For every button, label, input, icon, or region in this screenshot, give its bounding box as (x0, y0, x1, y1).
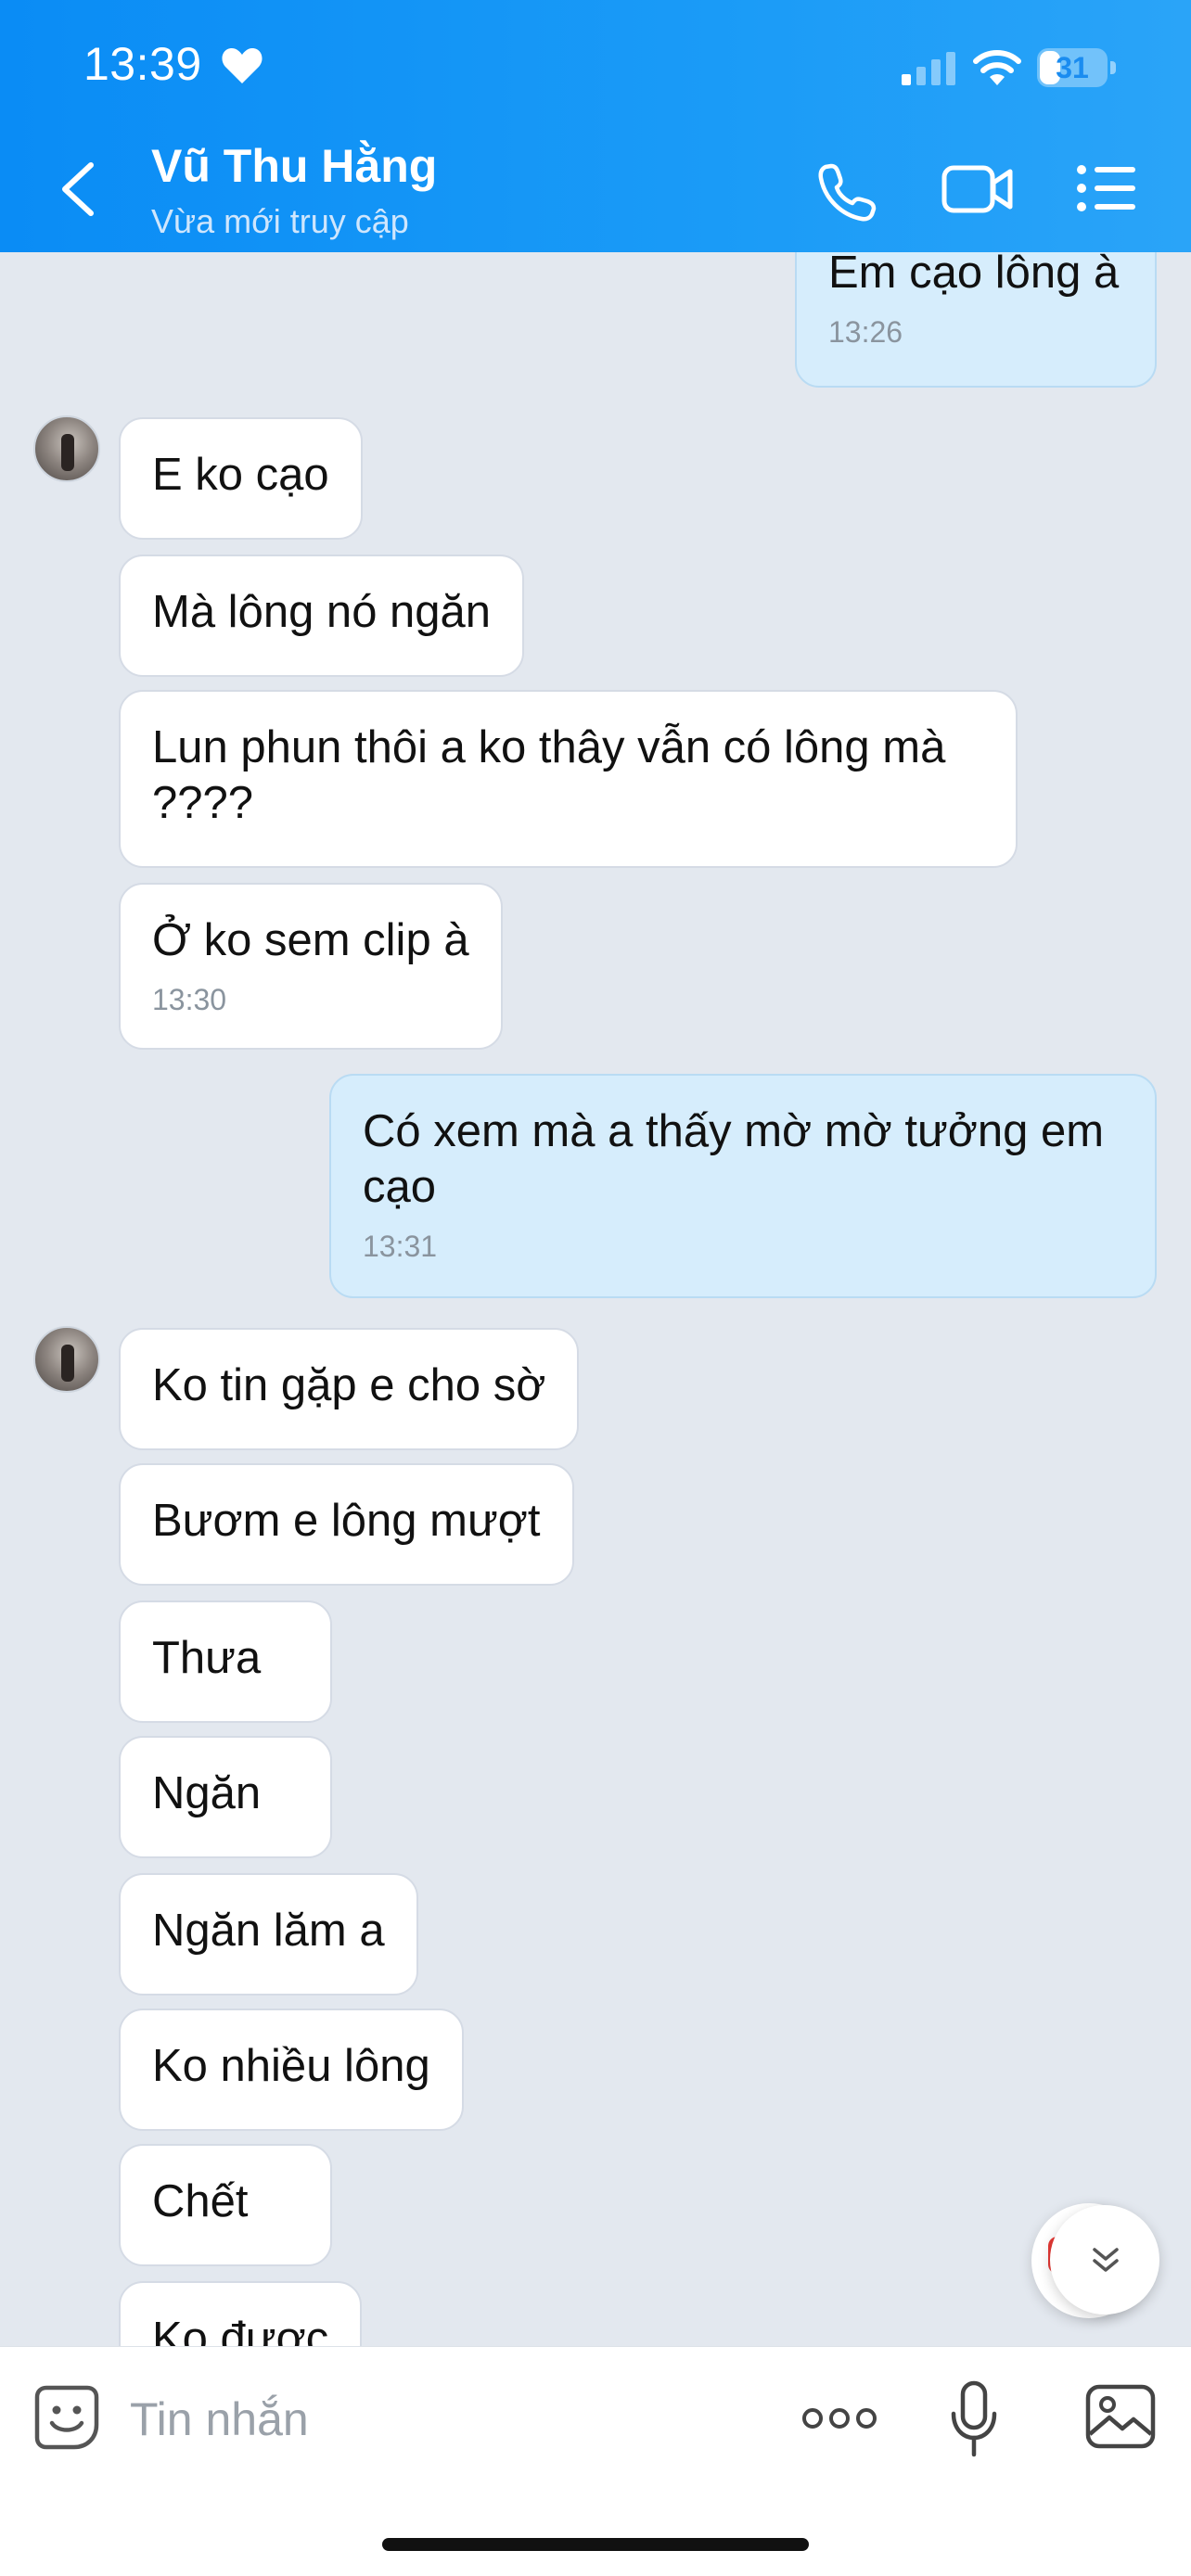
message-bubble-in[interactable]: Ko được (119, 2281, 363, 2346)
contact-status: Vừa mới truy cập (151, 202, 409, 240)
battery-icon: 31 (1037, 48, 1117, 87)
message-text: Em cạo lông à (828, 252, 1120, 298)
message-text: Có xem mà a thấy mờ mờ tưởng em cạo (363, 1106, 1105, 1212)
message-text: Ngăn (152, 1768, 262, 1818)
chevron-left-icon[interactable] (56, 159, 102, 219)
message-text: E ko cạo (152, 450, 329, 500)
message-text: Ko được (152, 2314, 329, 2346)
message-time: 13:31 (363, 1230, 438, 1263)
message-text: Chết (152, 2176, 249, 2226)
message-list[interactable]: Em cạo lông à 13:26 E ko cạo Mà lông nó … (0, 252, 1191, 2346)
message-bubble-out[interactable]: Có xem mà a thấy mờ mờ tưởng em cạo 13:3… (329, 1074, 1157, 1298)
message-text: Lun phun thôi a ko thây vẫn có lông mà ?… (152, 722, 946, 828)
message-input[interactable] (130, 2382, 724, 2456)
phone-icon[interactable] (818, 162, 877, 222)
cellular-signal-icon (902, 52, 955, 85)
message-bubble-in[interactable]: Ở ko sem clip à 13:30 (119, 883, 503, 1050)
message-text: Bươm e lông mượt (152, 1496, 541, 1546)
video-camera-icon[interactable] (941, 162, 1014, 216)
contact-name[interactable]: Vũ Thu Hằng (151, 139, 437, 193)
scroll-to-bottom-button[interactable] (1031, 2203, 1159, 2318)
message-bubble-in[interactable]: Chết (119, 2144, 332, 2266)
status-time: 13:39 (83, 38, 202, 90)
image-gallery-icon[interactable] (1085, 2384, 1156, 2449)
chevron-double-down-icon (1093, 2248, 1119, 2272)
more-dots-icon[interactable] (801, 2399, 877, 2438)
avatar[interactable] (33, 415, 100, 482)
avatar[interactable] (33, 1326, 100, 1393)
message-bubble-in[interactable]: Ko nhiều lông (119, 2009, 464, 2131)
message-bubble-in[interactable]: Bươm e lông mượt (119, 1463, 574, 1586)
message-text: Mà lông nó ngăn (152, 587, 492, 637)
list-menu-icon[interactable] (1076, 162, 1137, 214)
message-time: 13:30 (152, 983, 227, 1016)
message-text: Thưa (152, 1633, 262, 1683)
message-bubble-in[interactable]: Ngăn lăm a (119, 1873, 418, 1996)
message-text: Ngăn lăm a (152, 1906, 385, 1956)
message-time: 13:26 (828, 315, 903, 349)
message-bubble-in[interactable]: Lun phun thôi a ko thây vẫn có lông mà ?… (119, 690, 1018, 868)
emoji-sticker-icon[interactable] (33, 2384, 100, 2451)
message-bubble-in[interactable]: Thưa (119, 1600, 332, 1723)
battery-percent: 31 (1056, 51, 1089, 84)
home-indicator (382, 2538, 809, 2551)
message-bubble-in[interactable]: Ko tin gặp e cho sờ (119, 1328, 580, 1450)
message-text: Ở ko sem clip à (152, 915, 469, 965)
microphone-icon[interactable] (948, 2380, 1000, 2458)
message-text: Ko nhiều lông (152, 2041, 430, 2091)
message-bubble-out[interactable]: Em cạo lông à 13:26 (795, 252, 1157, 388)
heart-icon (222, 48, 263, 83)
message-bubble-in[interactable]: Mà lông nó ngăn (119, 555, 525, 677)
message-bubble-in[interactable]: E ko cạo (119, 417, 363, 540)
chat-header: 13:39 31 Vũ Thu Hằng Vừa mới truy cập (0, 0, 1191, 252)
message-text: Ko tin gặp e cho sờ (152, 1360, 546, 1410)
wifi-icon (973, 50, 1021, 85)
message-bubble-in[interactable]: Ngăn (119, 1736, 332, 1858)
